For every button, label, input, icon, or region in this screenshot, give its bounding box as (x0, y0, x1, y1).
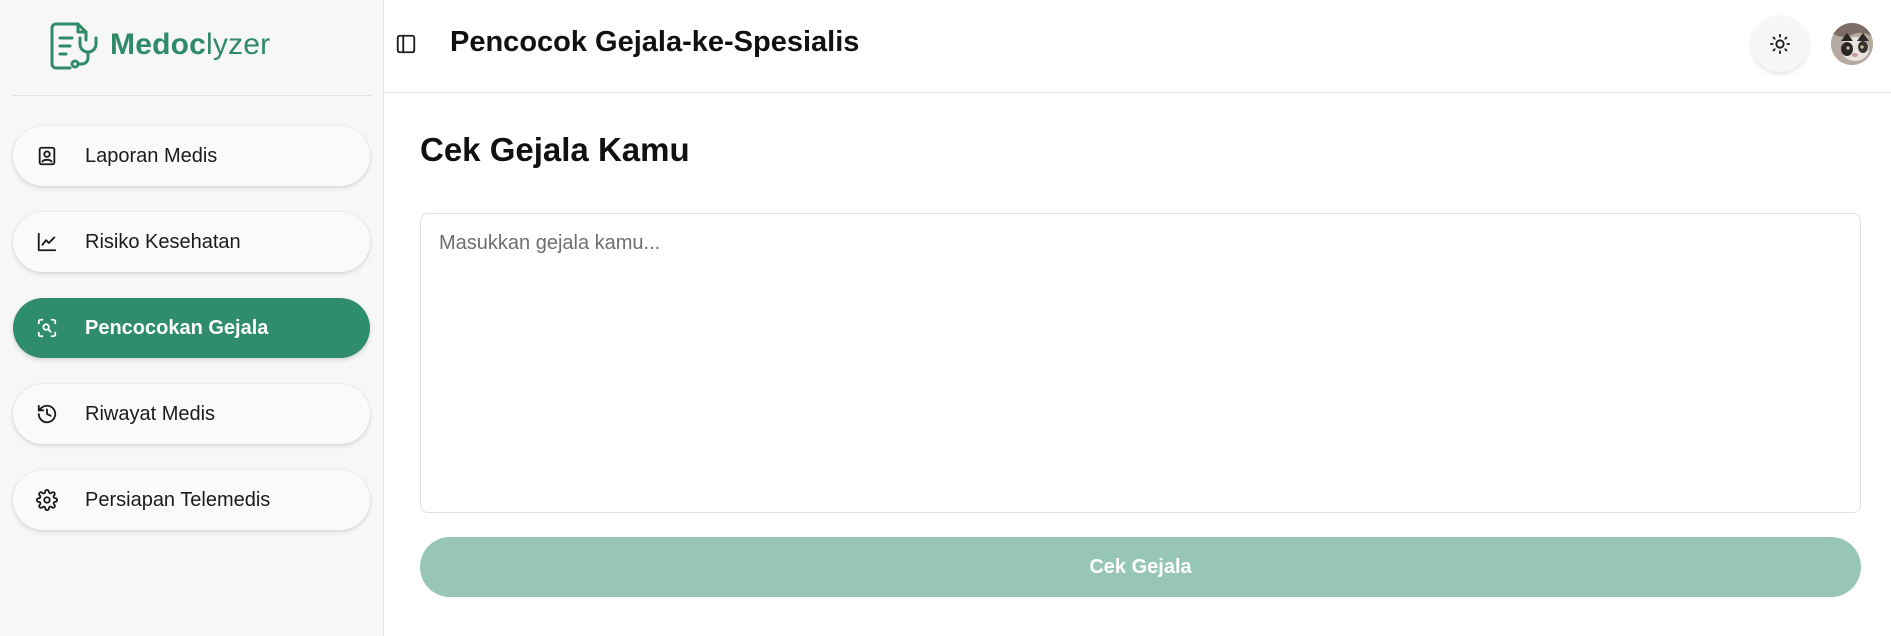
section-title: Cek Gejala Kamu (420, 131, 690, 168)
sidebar-nav: Laporan Medis Risiko Kesehatan Pencocoka… (13, 126, 370, 556)
page-title: Pencocok Gejala-ke-Spesialis (450, 26, 860, 58)
brand-name: Medoclyzer (110, 30, 270, 60)
history-icon (35, 402, 59, 426)
sidebar-item-laporan-medis[interactable]: Laporan Medis (13, 126, 370, 186)
sidebar-toggle-button[interactable] (394, 32, 418, 56)
sidebar-item-riwayat-medis[interactable]: Riwayat Medis (13, 384, 370, 444)
sidebar-toggle-icon (396, 34, 416, 54)
user-avatar-image (1831, 23, 1873, 65)
report-icon (35, 144, 59, 168)
sidebar-item-label: Laporan Medis (85, 144, 218, 167)
theme-toggle-button[interactable] (1752, 16, 1808, 72)
sidebar: Medoclyzer Laporan Medis Risiko Kesehata… (0, 0, 384, 636)
symptom-input[interactable] (420, 213, 1861, 513)
top-bar: Pencocok Gejala-ke-Spesialis (385, 0, 1891, 93)
brand-name-accent: Medoc (110, 28, 207, 61)
medical-report-logo-icon (50, 22, 98, 70)
sun-icon (1769, 33, 1791, 55)
sidebar-item-label: Riwayat Medis (85, 402, 216, 425)
check-symptoms-button[interactable]: Cek Gejala (420, 537, 1861, 597)
scan-search-icon (35, 316, 59, 340)
sidebar-item-label: Persiapan Telemedis (85, 488, 271, 511)
brand-logo-link[interactable]: Medoclyzer (44, 16, 270, 74)
sidebar-item-label: Pencocokan Gejala (85, 316, 269, 339)
user-avatar[interactable] (1831, 23, 1873, 65)
line-chart-icon (35, 230, 59, 254)
sidebar-item-pencocokan-gejala[interactable]: Pencocokan Gejala (13, 298, 370, 358)
sidebar-divider (12, 95, 372, 96)
gear-icon (35, 488, 59, 512)
sidebar-item-persiapan-telemedis[interactable]: Persiapan Telemedis (13, 470, 370, 530)
sidebar-item-label: Risiko Kesehatan (85, 230, 241, 253)
brand-name-rest: lyzer (206, 28, 271, 61)
sidebar-item-risiko-kesehatan[interactable]: Risiko Kesehatan (13, 212, 370, 272)
